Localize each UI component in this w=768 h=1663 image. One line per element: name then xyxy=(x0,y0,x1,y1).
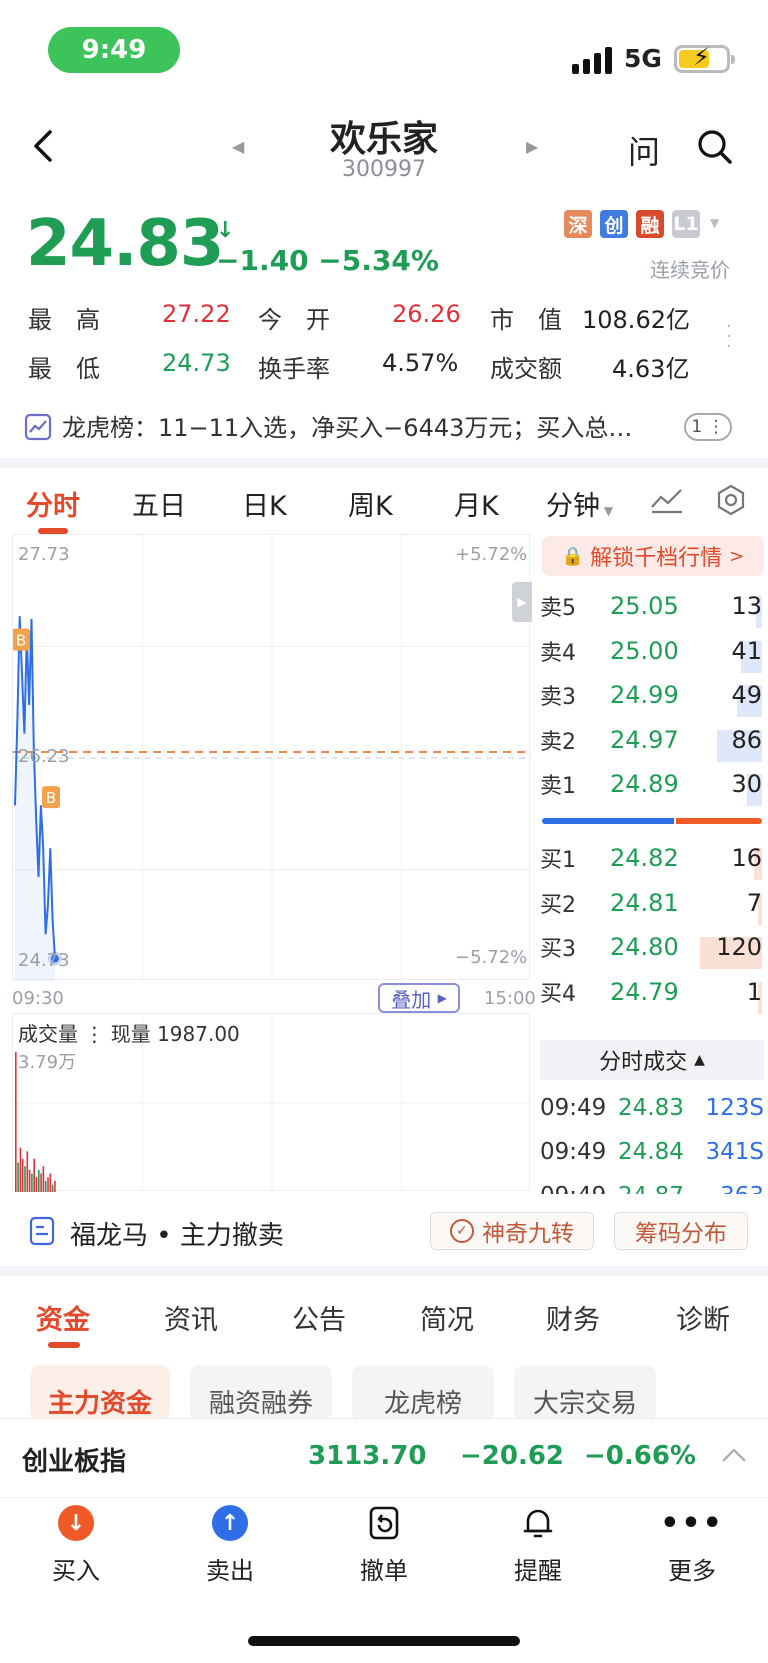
funds-tab-underline xyxy=(48,1342,80,1348)
undo-doc-icon xyxy=(366,1505,402,1541)
tick-row: 09:49 24.84 341S xyxy=(540,1139,764,1165)
more-button[interactable]: ••• 更多 xyxy=(652,1505,732,1586)
sell-button[interactable]: ↑ 卖出 xyxy=(190,1505,270,1586)
subtab-main-funds[interactable]: 主力资金 xyxy=(30,1365,170,1421)
tab-news[interactable]: 资讯 xyxy=(164,1298,218,1337)
tick-time: 09:49 xyxy=(540,1095,607,1121)
tick-row: 09:49 24.83 123S xyxy=(540,1095,764,1121)
tab-financials[interactable]: 财务 xyxy=(546,1298,600,1337)
tick-time: 09:49 xyxy=(540,1183,618,1194)
tab-funds[interactable]: 资金 xyxy=(36,1298,90,1337)
index-change: −20.62 xyxy=(460,1441,565,1471)
tick-volume: 123S xyxy=(705,1095,765,1121)
tick-price: 24.84 xyxy=(618,1139,684,1165)
tick-time: 09:49 xyxy=(540,1139,607,1165)
chip-distribution-button[interactable]: 筹码分布 xyxy=(614,1212,748,1250)
tick-volume: 341S xyxy=(705,1139,765,1165)
home-indicator xyxy=(248,1636,520,1646)
subtab-block-trade[interactable]: 大宗交易 xyxy=(514,1365,656,1421)
tab-diagnosis[interactable]: 诊断 xyxy=(676,1298,730,1337)
more-dots-icon: ••• xyxy=(660,1505,724,1541)
index-pct: −0.66% xyxy=(584,1441,696,1471)
sell-arrow-icon: ↑ xyxy=(212,1505,248,1541)
buy-arrow-icon: ↓ xyxy=(58,1505,94,1541)
index-value: 3113.70 xyxy=(308,1441,427,1471)
tick-volume: 363 xyxy=(698,1183,764,1194)
tab-announcements[interactable]: 公告 xyxy=(292,1298,346,1337)
tick-price: 24.83 xyxy=(618,1095,684,1121)
cancel-order-button[interactable]: 撤单 xyxy=(344,1505,424,1586)
bell-icon xyxy=(520,1505,556,1541)
check-circle-icon: ✓ xyxy=(450,1219,474,1243)
subtab-longhubang[interactable]: 龙虎榜 xyxy=(352,1365,494,1421)
tab-profile[interactable]: 简况 xyxy=(420,1298,474,1337)
index-bar[interactable]: 创业板指 3113.70 −20.62 −0.66% xyxy=(0,1418,768,1498)
section-divider-2 xyxy=(0,1266,768,1276)
chevron-up-icon[interactable] xyxy=(720,1445,748,1465)
buy-button[interactable]: ↓ 买入 xyxy=(36,1505,116,1586)
tick-price: 24.87 xyxy=(618,1183,698,1194)
nine-turn-button[interactable]: ✓ 神奇九转 xyxy=(430,1212,594,1250)
document-icon xyxy=(28,1216,56,1246)
tick-row: 09:4924.87363 xyxy=(540,1183,764,1194)
fulongma-signal[interactable]: 福龙马 • 主力撤卖 xyxy=(70,1215,284,1252)
subtab-margin[interactable]: 融资融券 xyxy=(190,1365,332,1421)
alert-button[interactable]: 提醒 xyxy=(498,1505,578,1586)
index-name: 创业板指 xyxy=(22,1447,127,1477)
